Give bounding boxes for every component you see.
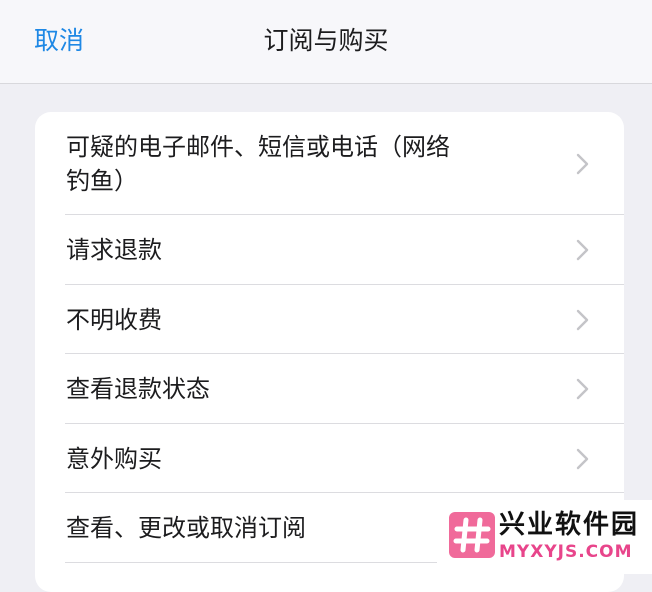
- watermark-title: 兴业软件园: [499, 510, 640, 540]
- menu-item-label: 查看退款状态: [66, 375, 210, 403]
- menu-item-label-line-1: 可疑的电子邮件、短信或电话（网络: [66, 133, 450, 161]
- menu-item-unknown-charge[interactable]: 不明收费: [35, 285, 624, 354]
- chevron-right-icon: [576, 378, 589, 400]
- menu-item-label: 可疑的电子邮件、短信或电话（网络 钓鱼）: [66, 130, 526, 198]
- navigation-bar: 取消 订阅与购买: [0, 0, 652, 84]
- menu-item-label: 不明收费: [66, 306, 162, 334]
- chevron-right-icon: [576, 239, 589, 261]
- chevron-right-icon: [576, 153, 589, 175]
- menu-item-label: 请求退款: [66, 236, 162, 264]
- chevron-right-icon: [576, 309, 589, 331]
- menu-item-label-line-2: 钓鱼）: [66, 167, 138, 195]
- menu-item-request-refund[interactable]: 请求退款: [35, 215, 624, 285]
- menu-item-accidental-purchase[interactable]: 意外购买: [35, 424, 624, 493]
- hash-logo-icon: [449, 512, 495, 558]
- page-title: 订阅与购买: [263, 26, 389, 55]
- menu-item-phishing[interactable]: 可疑的电子邮件、短信或电话（网络 钓鱼）: [35, 112, 624, 215]
- watermark-subtitle: MYXYJS.COM: [499, 542, 633, 562]
- menu-item-refund-status[interactable]: 查看退款状态: [35, 354, 624, 424]
- watermark: 兴业软件园 MYXYJS.COM: [437, 500, 652, 574]
- menu-item-label: 意外购买: [66, 445, 162, 473]
- chevron-right-icon: [576, 448, 589, 470]
